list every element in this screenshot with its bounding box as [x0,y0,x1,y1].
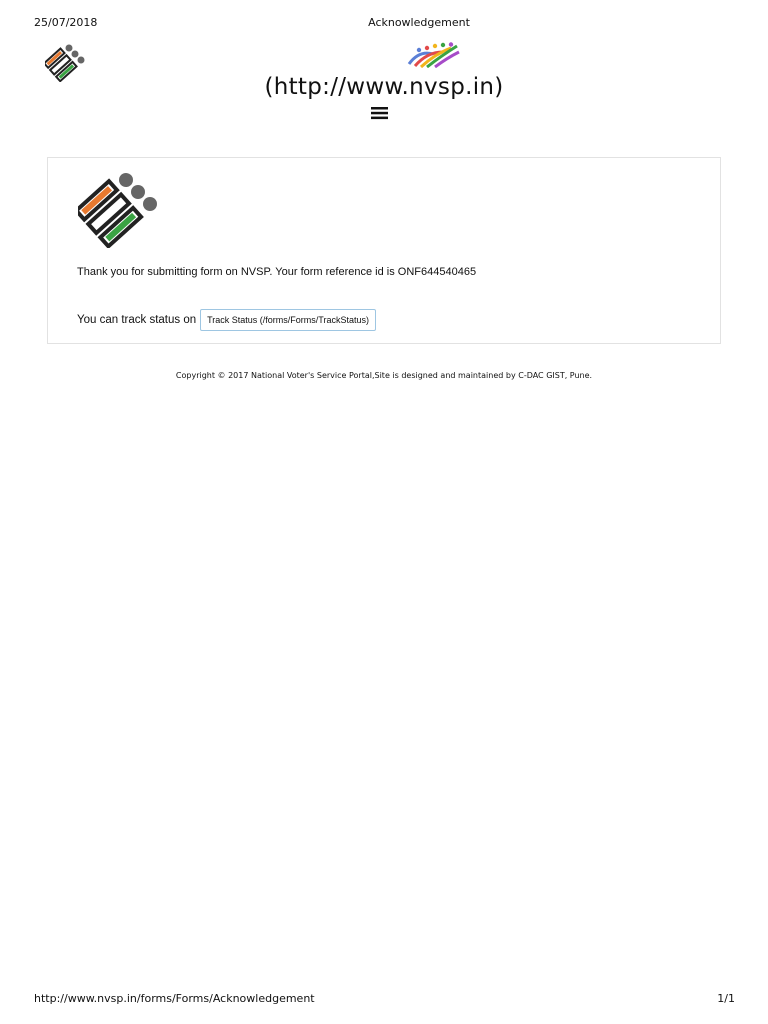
svp-people-logo-icon [407,42,460,68]
page: 25/07/2018 Acknowledgement (http://www.n… [0,0,768,1024]
thank-you-message: Thank you for submitting form on NVSP. Y… [77,266,477,278]
track-status-row: You can track status on Track Status (/f… [77,309,376,331]
track-status-button[interactable]: Track Status (/forms/Forms/TrackStatus) [200,309,376,331]
track-status-label: You can track status on [77,314,197,326]
eci-ballot-logo-icon [78,173,157,248]
hamburger-menu-icon[interactable] [371,106,388,120]
copyright-text: Copyright © 2017 National Voter's Servic… [175,371,593,380]
print-page-number: 1/1 [717,992,735,1005]
print-title: Acknowledgement [368,16,470,29]
acknowledgement-card: Thank you for submitting form on NVSP. Y… [47,157,721,344]
print-url: http://www.nvsp.in/forms/Forms/Acknowled… [34,992,315,1005]
site-home-link[interactable]: (http://www.nvsp.in) [0,74,768,100]
